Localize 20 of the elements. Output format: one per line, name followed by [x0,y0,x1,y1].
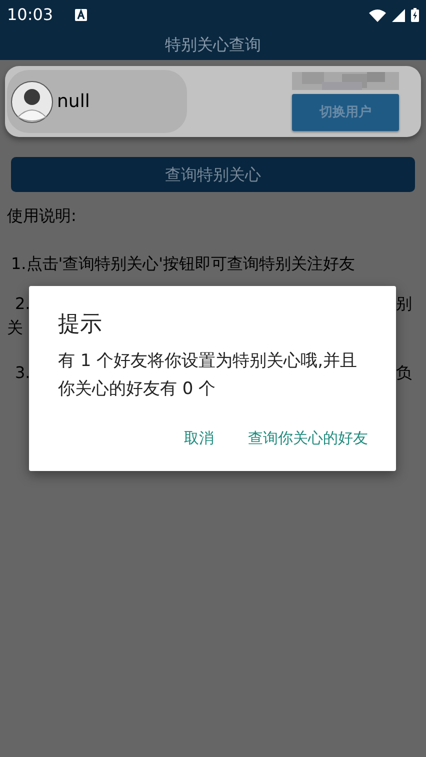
instruction-text: 1.点击'查询特别关心'按钮即可查询特别关注好友 [11,253,356,275]
dialog-message: 有 1 个好友将你设置为特别关心哦,并且你关心的好友有 0 个 [58,350,358,401]
query-button[interactable]: 查询特别关心 [11,157,415,192]
dialog-title: 提示 [58,311,103,339]
user-name: null [57,90,90,114]
wifi-icon [369,8,386,22]
signal-icon [392,8,405,22]
notification-icon [75,9,88,21]
partial-text: 负 [396,362,412,384]
app-bar-title: 特别关心查询 [165,34,261,56]
partial-text: 3. [15,362,30,384]
dialog-button[interactable]: 查询你关心的好友 [244,422,372,453]
avatar-icon [11,80,53,122]
battery-icon [411,8,419,22]
partial-text: 别 [396,293,412,315]
partial-text: 2. [15,293,30,315]
partial-text: 关 [7,317,23,339]
status-time: 10:03 [7,4,54,26]
dialog-button[interactable]: 取消 [180,422,218,453]
instructions-heading: 使用说明: [7,205,78,227]
